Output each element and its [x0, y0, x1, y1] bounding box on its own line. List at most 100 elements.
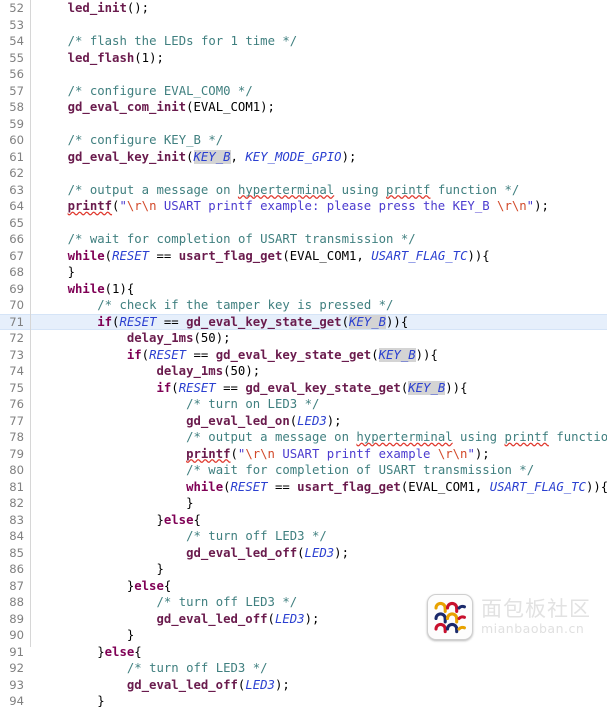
line-number: 69 — [9, 281, 24, 296]
line-content[interactable]: if(RESET == gd_eval_key_state_get(KEY_B)… — [38, 380, 467, 397]
line-content[interactable]: } — [38, 627, 134, 644]
line-content[interactable]: if(RESET == gd_eval_key_state_get(KEY_B)… — [38, 314, 408, 331]
line-number: 71 — [9, 314, 24, 329]
code-line[interactable]: 75 if(RESET == gd_eval_key_state_get(KEY… — [0, 380, 607, 397]
code-line[interactable]: 60 /* configure KEY_B */ — [0, 132, 607, 149]
code-line[interactable]: 71 if(RESET == gd_eval_key_state_get(KEY… — [0, 313, 607, 331]
line-number: 82 — [9, 496, 24, 510]
code-line[interactable]: 88 /* turn off LED3 */ — [0, 594, 607, 611]
code-line[interactable]: 77 gd_eval_led_on(LED3); — [0, 413, 607, 430]
line-content[interactable]: /* check if the tamper key is pressed */ — [38, 297, 393, 314]
code-line[interactable]: 52 led_init(); — [0, 0, 607, 17]
line-content[interactable]: gd_eval_led_off(LED3); — [38, 611, 319, 628]
code-line[interactable]: 78 /* output a message on hyperterminal … — [0, 429, 607, 446]
code-editor[interactable]: 52 led_init(); 53 54 /* flash the LEDs for… — [0, 0, 607, 708]
line-content[interactable]: }else{ — [38, 512, 200, 529]
code-line[interactable]: 59 — [0, 116, 607, 133]
code-line[interactable]: 63 /* output a message on hyperterminal … — [0, 182, 607, 199]
line-content[interactable]: while(RESET == usart_flag_get(EVAL_COM1,… — [38, 248, 490, 265]
code-line[interactable]: 89 gd_eval_led_off(LED3); — [0, 611, 607, 628]
line-number: 52 — [9, 1, 24, 15]
line-number: 58 — [9, 100, 24, 114]
line-content[interactable]: while(1){ — [38, 281, 135, 298]
line-content[interactable]: }else{ — [38, 644, 141, 661]
line-number: 72 — [9, 331, 24, 345]
code-line[interactable]: 84 /* turn off LED3 */ — [0, 528, 607, 545]
code-line[interactable]: 85 gd_eval_led_off(LED3); — [0, 545, 607, 562]
line-number: 67 — [9, 248, 24, 263]
line-content[interactable]: } — [38, 264, 75, 281]
code-line[interactable]: 53 — [0, 17, 607, 34]
code-line[interactable]: 56 — [0, 66, 607, 83]
line-content[interactable]: delay_1ms(50); — [38, 330, 231, 347]
line-content[interactable]: /* turn off LED3 */ — [38, 594, 297, 611]
line-number: 87 — [9, 578, 24, 593]
code-line[interactable]: 90 } — [0, 627, 607, 644]
line-number: 84 — [9, 529, 24, 543]
code-line[interactable]: 64 printf("\r\n USART printf example: pl… — [0, 198, 607, 215]
line-content[interactable]: led_flash(1); — [38, 50, 164, 67]
code-line[interactable]: 72 delay_1ms(50); — [0, 330, 607, 347]
line-content[interactable]: /* flash the LEDs for 1 time */ — [38, 33, 298, 50]
line-content[interactable]: /* configure KEY_B */ — [38, 132, 224, 149]
line-content[interactable]: } — [38, 495, 193, 512]
line-number: 80 — [9, 463, 24, 477]
code-line[interactable]: 87 }else{ — [0, 578, 607, 595]
line-content[interactable]: gd_eval_led_off(LED3); — [38, 677, 290, 694]
code-line[interactable]: 67 while(RESET == usart_flag_get(EVAL_CO… — [0, 248, 607, 265]
code-line[interactable]: 83 }else{ — [0, 512, 607, 529]
line-content[interactable]: while(RESET == usart_flag_get(EVAL_COM1,… — [38, 479, 607, 496]
code-line[interactable]: 73 if(RESET == gd_eval_key_state_get(KEY… — [0, 347, 607, 364]
code-line[interactable]: 91 }else{ — [0, 644, 607, 661]
line-number: 93 — [9, 677, 24, 692]
line-content[interactable]: /* output a message on hyperterminal usi… — [38, 429, 607, 446]
line-content[interactable]: gd_eval_led_on(LED3); — [38, 413, 342, 430]
code-line[interactable]: 68 } — [0, 264, 607, 281]
line-number: 94 — [9, 694, 24, 708]
line-number: 70 — [9, 298, 24, 312]
line-content[interactable]: /* output a message on hyperterminal usi… — [38, 182, 520, 199]
code-line[interactable]: 65 — [0, 215, 607, 232]
code-line[interactable]: 54 /* flash the LEDs for 1 time */ — [0, 33, 607, 50]
line-content[interactable]: delay_1ms(50); — [38, 363, 260, 380]
line-content[interactable]: }else{ — [38, 578, 171, 595]
line-content[interactable]: } — [38, 561, 163, 578]
code-line[interactable]: 94 } — [0, 693, 607, 710]
code-line[interactable]: 58 gd_eval_com_init(EVAL_COM1); — [0, 99, 607, 116]
line-number: 88 — [9, 595, 24, 609]
code-line[interactable]: 93 gd_eval_led_off(LED3); — [0, 677, 607, 694]
code-line[interactable]: 57 /* configure EVAL_COM0 */ — [0, 83, 607, 100]
line-content[interactable]: /* wait for completion of USART transmis… — [38, 462, 534, 479]
code-line[interactable]: 82 } — [0, 495, 607, 512]
code-line[interactable]: 86 } — [0, 561, 607, 578]
code-line[interactable]: 66 /* wait for completion of USART trans… — [0, 231, 607, 248]
code-line[interactable]: 92 /* turn off LED3 */ — [0, 660, 607, 677]
code-line[interactable]: 69 while(1){ — [0, 281, 607, 298]
code-line[interactable]: 62 — [0, 165, 607, 182]
line-content[interactable]: } — [38, 693, 104, 710]
line-content[interactable]: printf("\r\n USART printf example: pleas… — [38, 198, 549, 215]
line-content[interactable]: gd_eval_com_init(EVAL_COM1); — [38, 99, 275, 116]
code-line[interactable]: 76 /* turn on LED3 */ — [0, 396, 607, 413]
line-number: 73 — [9, 347, 24, 362]
code-line[interactable]: 61 gd_eval_key_init(KEY_B, KEY_MODE_GPIO… — [0, 149, 607, 166]
line-number: 60 — [9, 133, 24, 147]
code-lines-container[interactable]: 52 led_init(); 53 54 /* flash the LEDs for… — [0, 0, 607, 710]
line-number: 86 — [9, 562, 24, 576]
code-line[interactable]: 74 delay_1ms(50); — [0, 363, 607, 380]
code-line[interactable]: 70 /* check if the tamper key is pressed… — [0, 297, 607, 314]
line-content[interactable]: /* turn off LED3 */ — [38, 528, 327, 545]
code-line[interactable]: 80 /* wait for completion of USART trans… — [0, 462, 607, 479]
line-content[interactable]: gd_eval_key_init(KEY_B, KEY_MODE_GPIO); — [38, 149, 356, 166]
code-line[interactable]: 55 led_flash(1); — [0, 50, 607, 67]
line-content[interactable]: led_init(); — [38, 0, 149, 17]
code-line[interactable]: 81 while(RESET == usart_flag_get(EVAL_CO… — [0, 479, 607, 496]
line-content[interactable]: /* configure EVAL_COM0 */ — [38, 83, 253, 100]
line-content[interactable]: /* turn on LED3 */ — [38, 396, 319, 413]
line-content[interactable]: /* wait for completion of USART transmis… — [38, 231, 416, 248]
code-line[interactable]: 79 printf("\r\n USART printf example \r\… — [0, 446, 607, 463]
line-content[interactable]: gd_eval_led_off(LED3); — [38, 545, 349, 562]
line-content[interactable]: printf("\r\n USART printf example \r\n")… — [38, 446, 490, 463]
line-content[interactable]: if(RESET == gd_eval_key_state_get(KEY_B)… — [38, 347, 438, 364]
line-content[interactable]: /* turn off LED3 */ — [38, 660, 268, 677]
